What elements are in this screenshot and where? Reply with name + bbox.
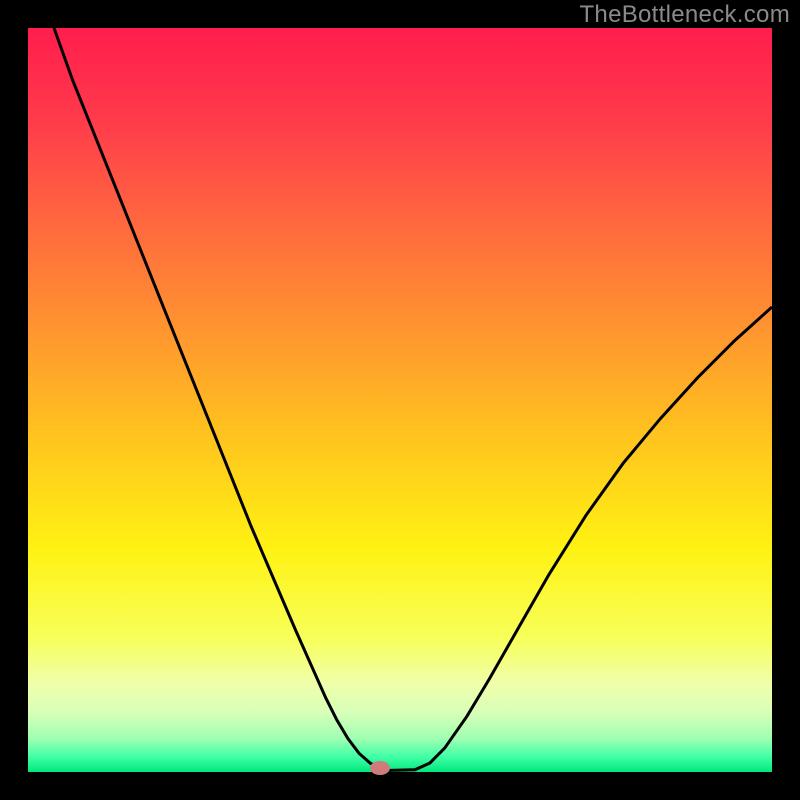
- bottleneck-chart: [0, 0, 800, 800]
- chart-container: TheBottleneck.com: [0, 0, 800, 800]
- plot-background: [28, 28, 772, 772]
- bottleneck-marker: [370, 761, 390, 775]
- watermark-text: TheBottleneck.com: [579, 1, 790, 29]
